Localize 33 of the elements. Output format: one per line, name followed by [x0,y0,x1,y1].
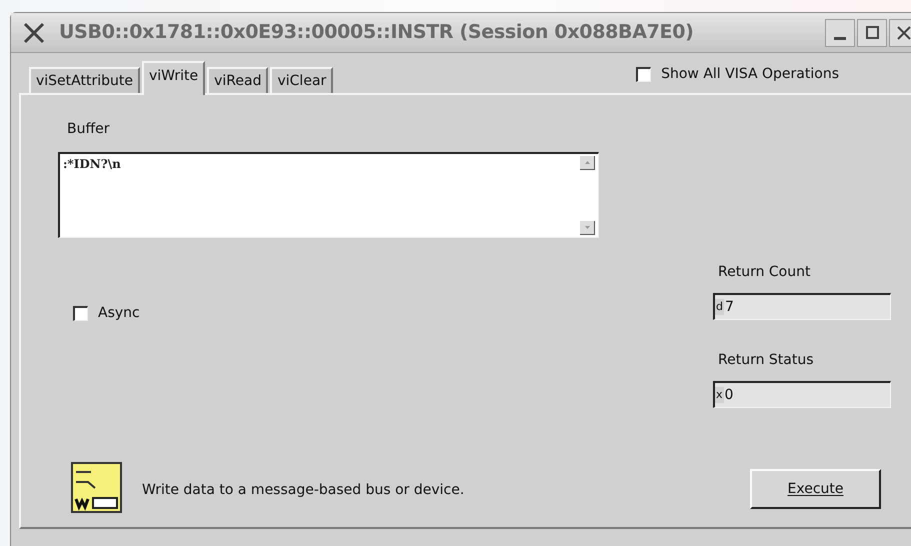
up-arrow-icon [584,161,590,164]
buffer-field[interactable]: :*IDN?\n [58,152,599,238]
visa-write-icon [71,462,122,513]
minimize-button[interactable] [825,18,855,46]
minimize-icon [834,36,846,40]
execute-button[interactable]: Execute [750,469,881,509]
operation-description: Write data to a message-based bus or device. [142,480,464,500]
return-count-label: Return Count [717,263,812,282]
execute-label: Execute [788,480,844,496]
x-logo-icon [23,22,45,44]
maximize-icon [866,26,878,39]
return-status-label: Return Status [717,351,815,370]
maximize-button[interactable] [857,18,887,46]
checkbox[interactable] [636,66,652,82]
show-all-label: Show All VISA Operations [661,64,839,84]
tab[interactable]: viWrite [142,61,206,95]
close-icon [897,26,911,40]
buffer-label: Buffer [66,120,110,139]
field-value: 0 [724,386,734,404]
scroll-up-button[interactable] [580,156,595,170]
buffer-text: :*IDN?\n [62,156,122,173]
scroll-down-button[interactable] [580,221,595,235]
tab[interactable]: viRead [207,67,268,93]
async-label: Async [98,304,140,323]
tab[interactable]: viSetAttribute [29,67,140,93]
radix-indicator[interactable]: d [715,298,724,316]
down-arrow-icon [584,226,590,229]
checkbox[interactable] [73,306,88,321]
tab[interactable]: viClear [270,67,334,93]
radix-indicator[interactable]: x [715,386,724,404]
window-title: USB0::0x1781::0x0E93::00005::INSTR (Session 0x088BA7E0) [59,20,694,46]
field-value: 7 [724,298,734,316]
close-button[interactable] [889,18,911,46]
